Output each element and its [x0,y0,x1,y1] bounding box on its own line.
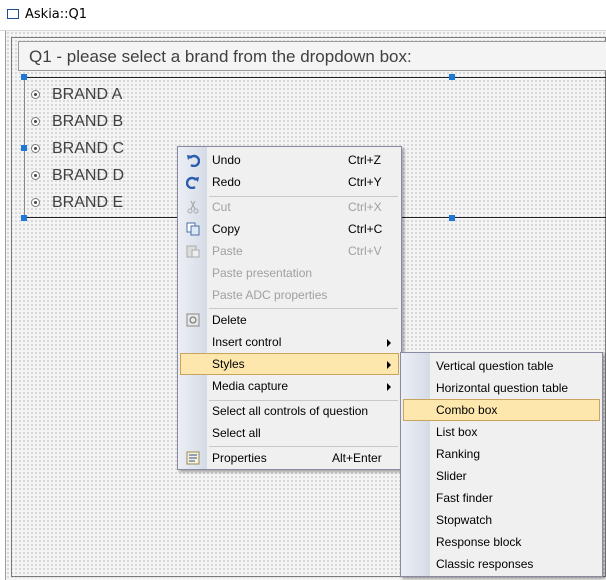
menu-item-delete[interactable]: Delete [180,309,399,331]
style-label: Classic responses [436,557,534,571]
radio-brand-a[interactable] [31,90,40,99]
menu-item-redo[interactable]: Redo Ctrl+Y [180,171,399,193]
scissors-icon [187,200,199,214]
style-fast-finder[interactable]: Fast finder [403,487,600,509]
radio-brand-c[interactable] [31,144,40,153]
menu-item-paste[interactable]: Paste Ctrl+V [180,240,399,262]
radio-brand-d[interactable] [31,171,40,180]
menu-item-properties[interactable]: Properties Alt+Enter [180,447,399,469]
menu-item-paste-presentation[interactable]: Paste presentation [180,262,399,284]
response-brand-d: BRAND D [52,167,125,184]
properties-shortcut: Alt+Enter [332,451,382,465]
media-capture-label: Media capture [212,379,289,393]
select-all-controls-label: Select all controls of question [212,404,369,418]
style-label: Ranking [436,447,481,461]
menu-item-styles[interactable]: Styles [180,353,399,375]
copy-icon [186,222,200,236]
undo-label: Undo [212,153,241,167]
resize-handle-top-middle[interactable] [449,74,455,80]
paste-shortcut: Ctrl+V [348,244,382,258]
paste-presentation-label: Paste presentation [212,266,313,280]
style-response-block[interactable]: Response block [403,531,600,553]
style-horizontal-question-table[interactable]: Horizontal question table [403,377,600,399]
style-stopwatch[interactable]: Stopwatch [403,509,600,531]
redo-icon [186,176,199,189]
context-menu: Undo Ctrl+Z Redo Ctrl+Y Cut Ctrl+X Copy … [177,146,402,470]
cut-shortcut: Ctrl+X [348,200,382,214]
delete-label: Delete [212,313,247,327]
title-bar: Askia::Q1 [0,0,606,31]
style-ranking[interactable]: Ranking [403,443,600,465]
properties-label: Properties [212,451,267,465]
submenu-arrow-icon [387,361,391,369]
menu-item-select-all[interactable]: Select all [180,422,399,444]
menu-item-select-all-controls[interactable]: Select all controls of question [180,400,399,422]
cut-label: Cut [212,200,231,214]
submenu-arrow-icon [387,339,391,347]
style-label: Slider [436,469,467,483]
style-label: List box [436,425,478,439]
delete-icon [186,313,200,327]
menu-item-copy[interactable]: Copy Ctrl+C [180,218,399,240]
menu-item-cut[interactable]: Cut Ctrl+X [180,196,399,218]
resize-handle-bottom-middle[interactable] [449,215,455,221]
style-label: Response block [436,535,522,549]
resize-handle-bottom-left[interactable] [21,215,27,221]
question-label: Q1 - please select a brand from the drop… [29,47,412,66]
question-label-control[interactable]: Q1 - please select a brand from the drop… [18,41,606,71]
undo-shortcut: Ctrl+Z [348,153,381,167]
insert-control-label: Insert control [212,335,282,349]
response-brand-c: BRAND C [52,140,125,157]
response-brand-e: BRAND E [52,194,124,211]
style-slider[interactable]: Slider [403,465,600,487]
select-all-label: Select all [212,426,261,440]
style-vertical-question-table[interactable]: Vertical question table [403,355,600,377]
submenu-arrow-icon [387,383,391,391]
undo-icon [187,154,200,167]
copy-shortcut: Ctrl+C [348,222,383,236]
window-icon [7,9,19,19]
response-brand-b: BRAND B [52,113,124,130]
paste-adc-label: Paste ADC properties [212,288,328,302]
resize-handle-middle-left[interactable] [21,145,27,151]
paste-icon [186,245,200,258]
redo-shortcut: Ctrl+Y [348,175,382,189]
style-list-box[interactable]: List box [403,421,600,443]
styles-submenu: Vertical question table Horizontal quest… [400,352,603,577]
styles-label: Styles [212,357,245,371]
style-label: Fast finder [436,491,493,505]
style-label: Vertical question table [436,359,554,373]
resize-handle-top-left[interactable] [21,74,27,80]
window-title: Askia::Q1 [25,7,88,22]
menu-item-insert-control[interactable]: Insert control [180,331,399,353]
radio-brand-e[interactable] [31,198,40,207]
menu-item-paste-adc-properties[interactable]: Paste ADC properties [180,284,399,306]
style-label: Combo box [436,403,498,417]
style-label: Stopwatch [436,513,493,527]
copy-label: Copy [212,222,241,236]
menu-item-media-capture[interactable]: Media capture [180,375,399,397]
menu-item-undo[interactable]: Undo Ctrl+Z [180,149,399,171]
style-combo-box[interactable]: Combo box [403,399,600,421]
response-brand-a: BRAND A [52,86,123,103]
redo-label: Redo [212,175,241,189]
radio-brand-b[interactable] [31,117,40,126]
paste-label: Paste [212,244,243,258]
style-label: Horizontal question table [436,381,569,395]
properties-icon [186,451,200,465]
style-classic-responses[interactable]: Classic responses [403,553,600,575]
